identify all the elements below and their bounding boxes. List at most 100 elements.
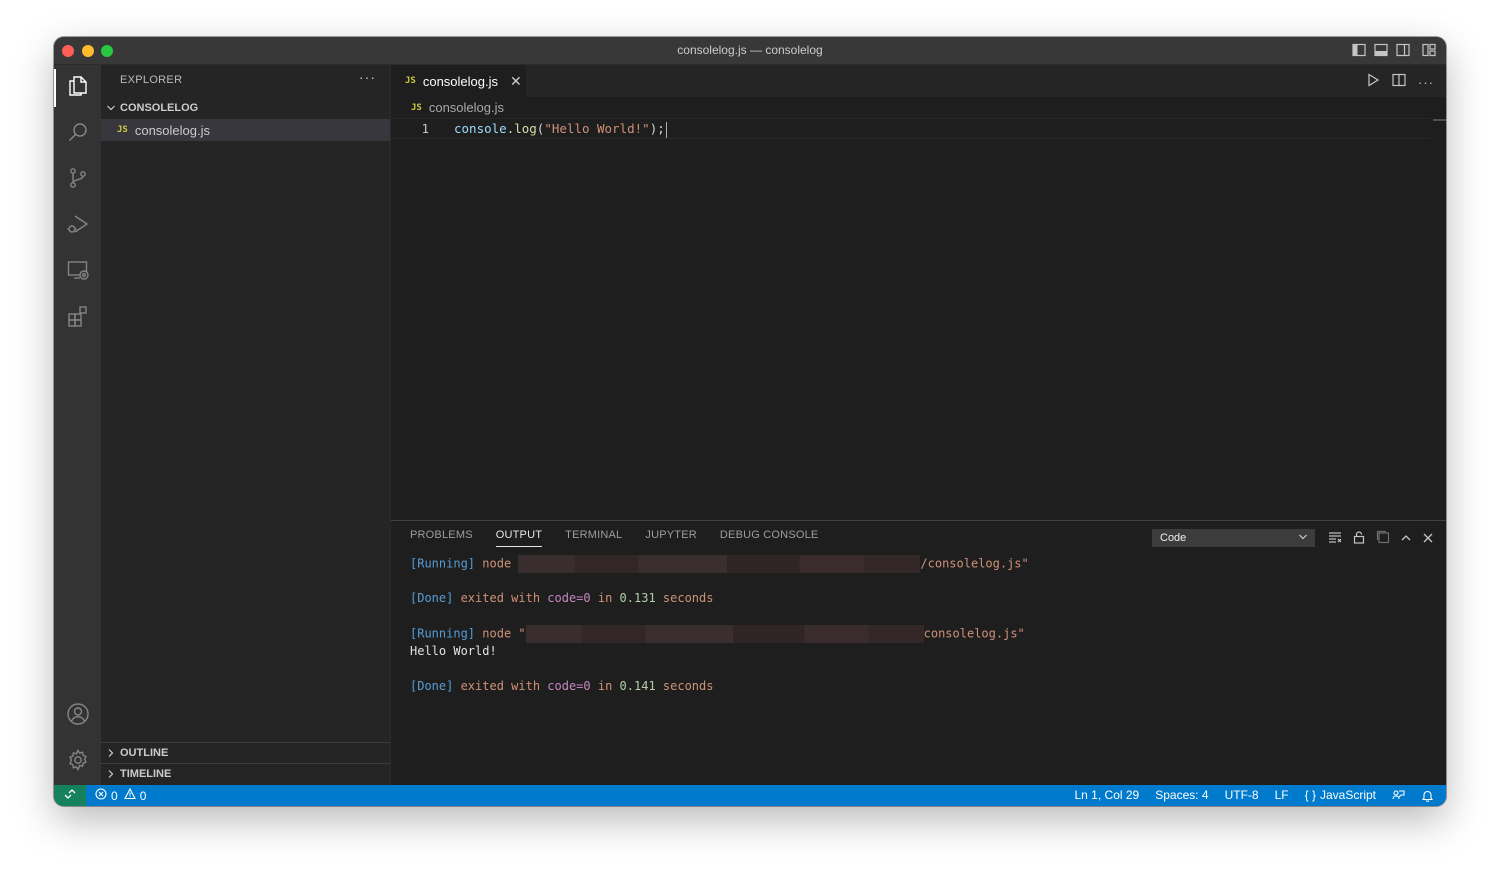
redacted-path xyxy=(525,625,924,644)
status-bar: 0 0 Ln 1, Col 29 Spaces: 4 UTF-8 LF { } … xyxy=(54,785,1446,806)
layout-controls xyxy=(1352,43,1436,57)
exit-code: code=0 xyxy=(547,679,591,694)
outline-section[interactable]: OUTLINE xyxy=(101,743,390,763)
activity-bar xyxy=(54,65,101,785)
output-channel-value: Code xyxy=(1160,532,1187,544)
bell-icon[interactable] xyxy=(1421,789,1434,802)
manage-activity[interactable] xyxy=(54,739,101,785)
source-control-icon xyxy=(66,166,90,195)
open-in-editor-icon[interactable] xyxy=(1376,530,1390,549)
extensions-activity[interactable] xyxy=(54,295,101,341)
timeline-section[interactable]: TIMELINE xyxy=(101,764,390,784)
explorer-more-actions[interactable]: ··· xyxy=(359,69,376,85)
elapsed-time: 0.131 xyxy=(619,591,656,606)
cursor-position[interactable]: Ln 1, Col 29 xyxy=(1075,788,1140,802)
token-string: "Hello World!" xyxy=(544,121,650,136)
clear-output-icon[interactable] xyxy=(1328,530,1342,549)
editor-area: JS consolelog.js ✕ ··· JS consolelog.js … xyxy=(391,65,1446,520)
warning-icon xyxy=(123,787,136,803)
timeline-label: TIMELINE xyxy=(120,768,172,780)
lock-icon[interactable] xyxy=(1352,530,1366,549)
toggle-secondary-sidebar-icon[interactable] xyxy=(1396,43,1410,57)
toggle-primary-sidebar-icon[interactable] xyxy=(1352,43,1366,57)
editor-tabs: JS consolelog.js ✕ ··· xyxy=(391,65,1446,97)
code-line[interactable]: 1 console.log("Hello World!"); xyxy=(391,118,1431,139)
chevron-right-icon xyxy=(102,769,120,779)
javascript-file-icon: JS xyxy=(117,125,128,135)
split-editor-icon[interactable] xyxy=(1392,73,1406,92)
encoding[interactable]: UTF-8 xyxy=(1225,788,1259,802)
token-close: ); xyxy=(649,121,665,136)
gear-icon xyxy=(66,748,90,777)
folder-name: CONSOLELOG xyxy=(120,102,199,114)
remote-explorer-activity[interactable] xyxy=(54,249,101,295)
editor-tab-consolelog-js[interactable]: JS consolelog.js ✕ xyxy=(391,65,526,97)
chevron-right-icon xyxy=(102,748,120,758)
output-blank-line xyxy=(410,608,1410,625)
files-icon xyxy=(66,74,90,103)
extensions-icon xyxy=(66,304,90,333)
done-tag: [Done] xyxy=(410,591,454,606)
folder-section-consolelog[interactable]: CONSOLELOG xyxy=(101,98,390,118)
search-activity[interactable] xyxy=(54,111,101,157)
explorer-activity[interactable] xyxy=(54,65,101,111)
tab-output[interactable]: OUTPUT xyxy=(495,529,543,547)
command-text: node xyxy=(482,556,519,571)
braces-icon: { } xyxy=(1304,788,1316,802)
elapsed-time: 0.141 xyxy=(619,679,656,694)
source-control-activity[interactable] xyxy=(54,157,101,203)
tab-debug-console[interactable]: DEBUG CONSOLE xyxy=(720,529,819,547)
text-cursor xyxy=(665,121,667,138)
remote-icon xyxy=(64,788,76,803)
indentation[interactable]: Spaces: 4 xyxy=(1155,788,1208,802)
warning-count: 0 xyxy=(139,788,147,803)
maximize-panel-icon[interactable] xyxy=(1400,531,1412,549)
code-text[interactable]: console.log("Hello World!"); xyxy=(454,119,667,138)
file-item-consolelog-js[interactable]: JS consolelog.js xyxy=(101,119,390,141)
output-blank-line xyxy=(410,573,1410,590)
output-channel-select[interactable]: Code xyxy=(1152,529,1315,547)
feedback-icon[interactable] xyxy=(1392,789,1405,802)
chevron-down-icon xyxy=(102,103,120,113)
editor-actions: ··· xyxy=(1366,73,1434,92)
breadcrumb[interactable]: JS consolelog.js xyxy=(411,100,504,115)
title-bar: consolelog.js — consolelog xyxy=(54,37,1446,65)
output-text: exited with xyxy=(453,591,548,606)
output-line: [Running] node " consolelog.js" xyxy=(410,625,1410,644)
tab-label: consolelog.js xyxy=(422,73,498,89)
explorer-sidebar: EXPLORER ··· CONSOLELOG JS consolelog.js… xyxy=(101,65,391,785)
tab-terminal[interactable]: TERMINAL xyxy=(565,529,622,547)
close-panel-icon[interactable] xyxy=(1422,531,1434,549)
path-text: consolelog.js" xyxy=(923,626,1025,641)
minimap[interactable] xyxy=(1433,119,1446,121)
output-line: [Done] exited with code=0 in 0.131 secon… xyxy=(410,590,1410,607)
file-name: consolelog.js xyxy=(134,122,210,138)
language-mode[interactable]: { } JavaScript xyxy=(1305,788,1376,802)
tab-problems[interactable]: PROBLEMS xyxy=(410,529,473,547)
end-of-line[interactable]: LF xyxy=(1275,788,1289,802)
language-label: JavaScript xyxy=(1319,788,1376,802)
token-object: console xyxy=(454,121,507,136)
exit-code: code=0 xyxy=(547,591,591,606)
customize-layout-icon[interactable] xyxy=(1422,43,1436,57)
problems-status[interactable]: 0 0 xyxy=(95,787,147,803)
run-code-icon[interactable] xyxy=(1366,73,1380,92)
more-actions-icon[interactable]: ··· xyxy=(1418,75,1434,90)
output-text: seconds xyxy=(655,679,714,694)
chevron-down-icon xyxy=(1298,532,1308,545)
remote-explorer-icon xyxy=(66,258,90,287)
output-blank-line xyxy=(410,661,1410,678)
tab-jupyter[interactable]: JUPYTER xyxy=(645,529,697,547)
output-log[interactable]: [Running] node /consolelog.js" [Done] ex… xyxy=(410,555,1410,695)
accounts-activity[interactable] xyxy=(54,693,101,739)
breadcrumb-file[interactable]: consolelog.js xyxy=(429,100,504,115)
panel-actions xyxy=(1328,530,1434,549)
output-line: [Done] exited with code=0 in 0.141 secon… xyxy=(410,678,1410,695)
output-text: seconds xyxy=(655,591,714,606)
run-debug-activity[interactable] xyxy=(54,203,101,249)
output-text: in xyxy=(590,591,620,606)
close-icon[interactable]: ✕ xyxy=(510,73,522,90)
output-line: [Running] node /consolelog.js" xyxy=(410,555,1410,573)
remote-indicator[interactable] xyxy=(54,785,86,806)
toggle-panel-icon[interactable] xyxy=(1374,43,1388,57)
